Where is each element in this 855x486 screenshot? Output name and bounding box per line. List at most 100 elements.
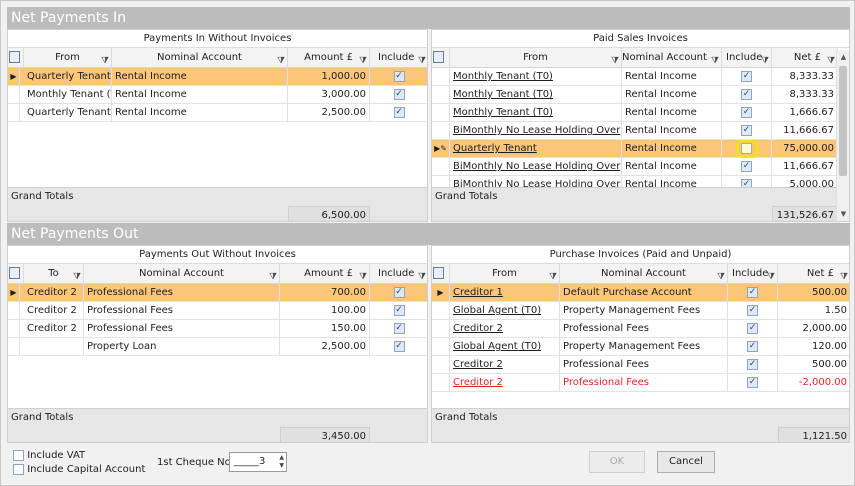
table-row[interactable]: ▶ Creditor 2 Professional Fees 700.00 ✓ <box>8 284 427 302</box>
cell-nominal[interactable]: Rental Income <box>622 122 722 140</box>
filter-icon[interactable]: ⧩ <box>359 51 367 68</box>
col-nominal[interactable]: Nominal Account ⧩ <box>112 48 288 68</box>
filter-icon[interactable]: ⧩ <box>359 267 367 284</box>
invoice-link[interactable]: Global Agent (T0) <box>450 338 560 356</box>
invoice-link[interactable]: Global Agent (T0) <box>450 302 560 320</box>
filter-icon[interactable]: ⧩ <box>717 267 725 284</box>
cell-nominal[interactable]: Rental Income <box>112 104 288 122</box>
table-row[interactable]: Monthly Tenant (T Rental Income 3,000.00… <box>8 86 427 104</box>
cell-amount[interactable]: 2,500.00 <box>288 104 370 122</box>
cell-include[interactable]: ✓ <box>370 68 427 86</box>
cell-include[interactable]: ✓ <box>370 320 427 338</box>
include-capital-option[interactable]: Include Capital Account <box>13 463 145 477</box>
table-row[interactable]: BiMonthly No Lease Holding Over Rental I… <box>432 158 838 176</box>
include-capital-checkbox[interactable] <box>13 463 24 475</box>
cell-nominal[interactable]: Rental Income <box>112 68 288 86</box>
cell-nominal[interactable]: Rental Income <box>622 68 722 86</box>
cell-include[interactable]: ✓ <box>728 374 778 392</box>
cell-include[interactable]: ✓ <box>728 302 778 320</box>
cheque-number-value[interactable]: _____3 <box>234 456 265 467</box>
cell-nominal[interactable]: Default Purchase Account <box>560 284 728 302</box>
cell-net[interactable]: 11,666.67 <box>772 122 838 140</box>
col-include[interactable]: Include ⧩ <box>728 264 778 284</box>
cell-amount[interactable]: 100.00 <box>280 302 370 320</box>
filter-icon[interactable]: ⧩ <box>73 267 81 284</box>
table-row[interactable]: ▶ Quarterly Tenant Rental Income 1,000.0… <box>8 68 427 86</box>
table-row[interactable]: ▶ Creditor 1 Default Purchase Account ✓ … <box>432 284 849 302</box>
cheque-number-stepper[interactable]: _____3 ▲ ▼ <box>229 452 287 472</box>
include-checkbox[interactable]: ✓ <box>747 322 758 334</box>
cell-net[interactable]: 500.00 <box>778 284 849 302</box>
cell-include[interactable]: ✓ <box>722 68 772 86</box>
col-amount[interactable]: Amount £ ⧩ <box>280 264 370 284</box>
include-checkbox[interactable]: ✓ <box>393 322 405 334</box>
invoice-link[interactable]: Monthly Tenant (T0) <box>450 104 622 122</box>
scroll-down-icon[interactable]: ▼ <box>838 210 849 220</box>
invoice-link[interactable]: Creditor 2 <box>450 356 560 374</box>
cell-nominal[interactable]: Property Management Fees <box>560 302 728 320</box>
invoice-link[interactable]: BiMonthly No Lease Holding Over <box>450 122 622 140</box>
cell-include[interactable]: ✓ <box>728 284 778 302</box>
cancel-button[interactable]: Cancel <box>657 451 715 473</box>
cell-net[interactable]: -2,000.00 <box>778 374 849 392</box>
include-checkbox[interactable]: ✓ <box>393 106 405 118</box>
col-include[interactable]: Include ⧩ <box>370 264 427 284</box>
cell-nominal[interactable]: Rental Income <box>112 86 288 104</box>
cell-nominal[interactable]: Property Management Fees <box>560 338 728 356</box>
cell-to[interactable]: Creditor 2 <box>24 284 84 302</box>
cell-include[interactable]: ✓ <box>370 302 427 320</box>
table-row[interactable]: Global Agent (T0) Property Management Fe… <box>432 338 849 356</box>
cell-nominal[interactable]: Professional Fees <box>84 284 280 302</box>
include-checkbox[interactable]: ✓ <box>747 286 758 298</box>
cell-nominal[interactable]: Rental Income <box>622 86 722 104</box>
table-row[interactable]: Creditor 2 Professional Fees ✓ 500.00 <box>432 356 849 374</box>
table-row[interactable]: Monthly Tenant (T0) Rental Income ✓ 8,33… <box>432 86 838 104</box>
col-nominal[interactable]: Nominal Account ⧩ <box>560 264 728 284</box>
include-checkbox[interactable]: ✓ <box>747 358 758 370</box>
table-row[interactable]: BiMonthly No Lease Holding Over Rental I… <box>432 122 838 140</box>
col-include[interactable]: Include ⧩ <box>722 48 772 68</box>
cell-net[interactable]: 2,000.00 <box>778 320 849 338</box>
cell-include[interactable]: ✓ <box>728 338 778 356</box>
cell-net[interactable]: 120.00 <box>778 338 849 356</box>
column-chooser-icon[interactable] <box>432 264 450 284</box>
col-net[interactable]: Net £ ⧩ <box>778 264 849 284</box>
cell-include[interactable]: ✓ <box>722 122 772 140</box>
invoice-link[interactable]: Creditor 2 <box>450 374 560 392</box>
cell-include[interactable]: ✓ <box>722 158 772 176</box>
invoice-link[interactable]: Creditor 1 <box>450 284 560 302</box>
col-net[interactable]: Net £ ⧩ <box>772 48 838 68</box>
cell-nominal[interactable]: Professional Fees <box>84 320 280 338</box>
col-from[interactable]: From ⧩ <box>24 48 112 68</box>
include-checkbox[interactable]: ✓ <box>747 340 758 352</box>
column-chooser-icon[interactable] <box>8 48 24 68</box>
scroll-thumb[interactable] <box>839 66 847 176</box>
table-row[interactable]: Property Loan 2,500.00 ✓ <box>8 338 427 356</box>
col-nominal[interactable]: Nominal Account ⧩ <box>622 48 722 68</box>
table-row[interactable]: Creditor 2 Professional Fees ✓ 2,000.00 <box>432 320 849 338</box>
cell-amount[interactable]: 2,500.00 <box>280 338 370 356</box>
col-from[interactable]: From ⧩ <box>450 48 622 68</box>
cell-include[interactable]: ✓ <box>370 86 427 104</box>
column-chooser-icon[interactable] <box>432 48 450 68</box>
invoice-link[interactable]: Monthly Tenant (T0) <box>450 68 622 86</box>
cell-net[interactable]: 1.50 <box>778 302 849 320</box>
payments-in-without-invoices-grid[interactable]: Payments In Without Invoices From ⧩ Nomin… <box>7 29 428 222</box>
cell-nominal[interactable]: Rental Income <box>622 158 722 176</box>
table-row[interactable]: Creditor 2 Professional Fees ✓ -2,000.00 <box>432 374 849 392</box>
include-checkbox[interactable]: ✓ <box>741 124 752 136</box>
cell-amount[interactable]: 1,000.00 <box>288 68 370 86</box>
spin-arrows-icon[interactable]: ▲ ▼ <box>279 454 284 470</box>
cell-net[interactable]: 1,666.67 <box>772 104 838 122</box>
col-from[interactable]: From ⧩ <box>450 264 560 284</box>
cell-include[interactable]: ✓ <box>722 86 772 104</box>
cell-amount[interactable]: 700.00 <box>280 284 370 302</box>
invoice-link[interactable]: BiMonthly No Lease Holding Over <box>450 158 622 176</box>
col-nominal[interactable]: Nominal Account ⧩ <box>84 264 280 284</box>
filter-icon[interactable]: ⧩ <box>418 51 426 68</box>
table-row[interactable]: Monthly Tenant (T0) Rental Income ✓ 1,66… <box>432 104 838 122</box>
filter-icon[interactable]: ⧩ <box>101 51 109 68</box>
cell-nominal[interactable]: Professional Fees <box>560 320 728 338</box>
payments-out-without-invoices-grid[interactable]: Payments Out Without Invoices To ⧩ Nomina… <box>7 245 428 443</box>
cell-nominal[interactable]: Rental Income <box>622 104 722 122</box>
